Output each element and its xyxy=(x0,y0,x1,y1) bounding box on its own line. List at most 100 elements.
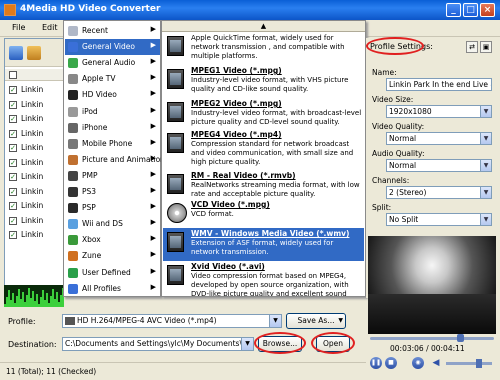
category-item[interactable]: iPhone ▶ xyxy=(65,120,160,136)
file-checkbox[interactable]: ✓ xyxy=(9,173,17,181)
file-checkbox[interactable]: ✓ xyxy=(9,100,17,109)
category-item[interactable]: General Video ▶ xyxy=(65,39,160,56)
menu-file[interactable]: File xyxy=(12,23,25,32)
chevron-down-icon[interactable]: ▼ xyxy=(480,160,491,171)
submenu-arrow-icon: ▶ xyxy=(150,41,156,50)
format-item[interactable]: Apple QuickTime format, widely used for … xyxy=(163,32,364,64)
split-select[interactable]: No Split ▼ xyxy=(386,213,492,226)
ps3-icon xyxy=(68,187,78,197)
category-item[interactable]: General Audio ▶ xyxy=(65,55,160,71)
video-quality-value: Normal xyxy=(389,134,417,143)
file-row[interactable]: ✓ Linkin xyxy=(5,214,63,228)
file-row[interactable]: ✓ Linkin xyxy=(5,185,63,199)
name-field[interactable]: Linkin Park In the end Live 8 xyxy=(386,78,492,91)
file-checkbox[interactable]: ✓ xyxy=(9,187,17,196)
audio-quality-select[interactable]: Normal ▼ xyxy=(386,159,492,172)
settings-pin-button[interactable]: ▣ xyxy=(480,41,492,53)
destination-input[interactable]: C:\Documents and Settings\ylc\My Documen… xyxy=(62,337,254,351)
format-item[interactable]: RM - Real Video (*.rmvb) RealNetworks str… xyxy=(163,170,364,198)
category-label: User Defined xyxy=(82,267,131,277)
film-icon xyxy=(167,174,184,194)
playback-timeline[interactable] xyxy=(368,334,496,342)
file-row[interactable]: ✓ Linkin xyxy=(5,141,63,155)
submenu-arrow-icon: ▶ xyxy=(150,25,156,33)
minimize-button[interactable]: _ xyxy=(446,3,461,17)
file-row[interactable]: ✓ Linkin xyxy=(5,170,63,184)
category-item[interactable]: PMP ▶ xyxy=(65,168,160,184)
category-item[interactable]: Wii and DS ▶ xyxy=(65,216,160,232)
file-row[interactable]: ✓ Linkin xyxy=(5,98,63,112)
video-size-select[interactable]: 1920x1080 ▼ xyxy=(386,105,492,118)
category-item[interactable]: Picture and Animation ▶ xyxy=(65,152,165,168)
file-row[interactable]: ✓ Linkin xyxy=(5,156,63,170)
remove-file-icon[interactable] xyxy=(27,46,41,60)
add-file-icon[interactable] xyxy=(9,46,23,60)
iphone-icon xyxy=(68,122,78,133)
chevron-down-icon[interactable]: ▼ xyxy=(480,187,491,198)
submenu-arrow-icon: ▶ xyxy=(150,105,156,114)
category-item[interactable]: iPod ▶ xyxy=(65,104,160,120)
format-description: Video compression format based on MPEG4,… xyxy=(191,272,349,297)
volume-knob[interactable] xyxy=(476,359,482,368)
snapshot-icon[interactable]: ◉ xyxy=(412,357,424,369)
submenu-arrow-icon: ▶ xyxy=(150,57,156,66)
chevron-down-icon[interactable]: ▼ xyxy=(241,338,253,350)
profile-select[interactable]: HD H.264/MPEG-4 AVC Video (*.mp4) ▼ xyxy=(62,314,282,328)
file-checkbox[interactable]: ✓ xyxy=(9,129,17,138)
volume-icon[interactable]: ◀ xyxy=(430,357,442,369)
format-item[interactable]: WMV - Windows Media Video (*.wmv) Extensi… xyxy=(163,228,364,261)
close-button[interactable]: × xyxy=(480,3,495,17)
volume-slider[interactable] xyxy=(446,359,492,368)
file-checkbox[interactable]: ✓ xyxy=(9,202,17,210)
chevron-down-icon[interactable]: ▼ xyxy=(480,133,491,144)
film-icon xyxy=(167,36,184,56)
category-item[interactable]: Recent ▶ xyxy=(65,23,160,39)
timeline-knob[interactable] xyxy=(456,334,464,342)
submenu-arrow-icon: ▶ xyxy=(150,137,156,146)
file-row[interactable]: ✓ Linkin xyxy=(5,83,63,97)
wii-icon xyxy=(68,219,78,230)
scroll-up-button[interactable]: ▲ xyxy=(162,21,365,32)
category-item[interactable]: HD Video ▶ xyxy=(65,87,160,103)
timeline-track[interactable] xyxy=(370,337,494,340)
file-row[interactable]: ✓ Linkin xyxy=(5,199,63,213)
format-item[interactable]: MPEG2 Video (*.mpg) Industry-level video … xyxy=(163,98,364,129)
pause-icon[interactable]: ❚❚ xyxy=(370,357,382,369)
file-checkbox[interactable]: ✓ xyxy=(9,158,17,167)
maximize-button[interactable]: □ xyxy=(463,3,478,17)
category-item[interactable]: Zune ▶ xyxy=(65,248,160,264)
format-item[interactable]: Xvid Video (*.avi) Video compression form… xyxy=(163,261,364,297)
category-item[interactable]: All Profiles ▶ xyxy=(65,281,160,297)
format-item[interactable]: VCD Video (*.mpg) VCD format. xyxy=(163,199,364,227)
category-item[interactable]: Mobile Phone ▶ xyxy=(65,136,160,152)
category-label: iPhone xyxy=(82,122,108,132)
category-item[interactable]: PSP ▶ xyxy=(65,200,160,216)
category-item[interactable]: Xbox ▶ xyxy=(65,232,160,248)
category-item[interactable]: Apple TV ▶ xyxy=(65,71,160,87)
category-label: Xbox xyxy=(82,235,101,245)
submenu-arrow-icon: ▶ xyxy=(150,266,156,275)
file-row[interactable]: ✓ Linkin xyxy=(5,228,63,242)
menu-edit[interactable]: Edit xyxy=(42,23,58,32)
stop-icon[interactable]: ■ xyxy=(385,357,397,369)
file-checkbox[interactable]: ✓ xyxy=(9,216,17,225)
format-item[interactable]: MPEG1 Video (*.mpg) Industry-level video … xyxy=(163,65,364,97)
chevron-down-icon[interactable]: ▼ xyxy=(269,315,281,327)
chevron-down-icon[interactable]: ▼ xyxy=(480,106,491,117)
file-checkbox[interactable]: ✓ xyxy=(9,115,17,123)
format-item[interactable]: MPEG4 Video (*.mp4) Compression standard … xyxy=(163,129,364,169)
video-quality-select[interactable]: Normal ▼ xyxy=(386,132,492,145)
save-as-button[interactable]: Save As... ▼ xyxy=(286,313,346,329)
file-checkbox[interactable]: ✓ xyxy=(9,86,17,94)
title-bar: 4Media HD Video Converter _ □ × xyxy=(0,0,500,20)
file-checkbox[interactable]: ✓ xyxy=(9,144,17,152)
chevron-down-icon[interactable]: ▼ xyxy=(480,214,491,225)
file-checkbox[interactable]: ✓ xyxy=(9,231,17,239)
category-item[interactable]: PS3 ▶ xyxy=(65,184,160,200)
file-row[interactable]: ✓ Linkin xyxy=(5,127,63,141)
select-all-checkbox[interactable] xyxy=(9,71,17,79)
file-row[interactable]: ✓ Linkin xyxy=(5,112,63,126)
settings-collapse-button[interactable]: ⇄ xyxy=(466,41,478,53)
channels-select[interactable]: 2 (Stereo) ▼ xyxy=(386,186,492,199)
category-item[interactable]: User Defined ▶ xyxy=(65,265,160,281)
